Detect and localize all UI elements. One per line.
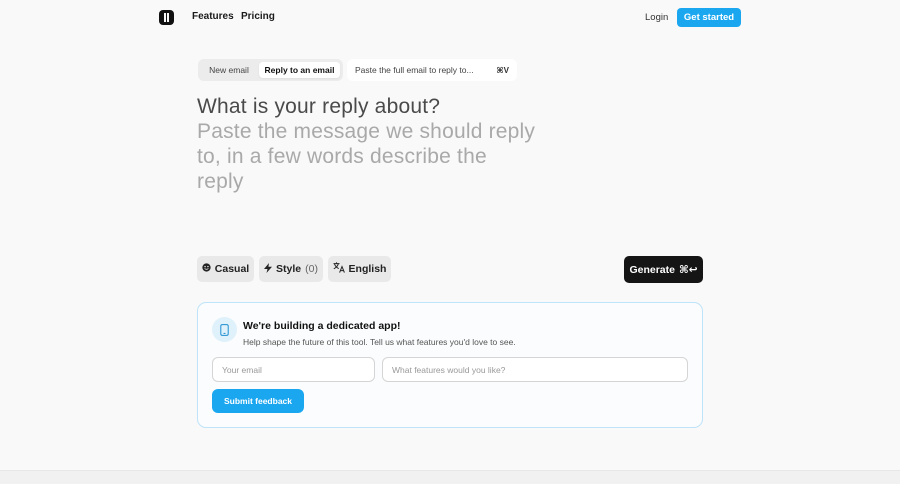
smiley-icon: [202, 263, 211, 275]
generate-shortcut: ⌘↩: [678, 263, 698, 276]
prompt-placeholder: Paste the message we should reply to, in…: [197, 120, 536, 193]
get-started-button[interactable]: Get started: [677, 8, 741, 27]
style-button[interactable]: Style (0): [259, 256, 323, 282]
features-field[interactable]: [382, 357, 688, 382]
tone-label: Casual: [214, 263, 250, 275]
feedback-card: We're building a dedicated app! Help sha…: [197, 302, 703, 428]
login-link[interactable]: Login: [645, 12, 668, 23]
style-count: (0): [305, 263, 318, 275]
generate-label: Generate: [629, 263, 675, 276]
tone-button[interactable]: Casual: [197, 256, 254, 282]
generate-button[interactable]: Generate ⌘↩: [624, 256, 703, 283]
nav-features[interactable]: Features: [192, 11, 234, 22]
footer: [0, 470, 900, 484]
language-label: English: [348, 263, 387, 275]
reply-email-tab[interactable]: Reply to an email: [259, 62, 340, 78]
feedback-title: We're building a dedicated app!: [243, 320, 401, 332]
language-button[interactable]: English: [328, 256, 391, 282]
style-label: Style: [276, 263, 302, 275]
mode-toggle: New email Reply to an email: [198, 59, 343, 81]
paste-email-label: Paste the full email to reply to...: [355, 65, 474, 75]
bolt-icon: [264, 262, 273, 276]
translate-icon: [333, 262, 345, 276]
prompt-question: What is your reply about?: [197, 95, 441, 118]
new-email-tab[interactable]: New email: [201, 62, 257, 78]
feedback-subtitle: Help shape the future of this tool. Tell…: [243, 337, 516, 347]
paste-email-button[interactable]: Paste the full email to reply to... ⌘V: [347, 59, 517, 81]
paste-shortcut: ⌘V: [496, 65, 509, 75]
phone-icon: [212, 317, 237, 342]
reply-prompt-input[interactable]: What is your reply about? Paste the mess…: [197, 94, 537, 194]
submit-feedback-button[interactable]: Submit feedback: [212, 389, 304, 413]
email-field[interactable]: [212, 357, 375, 382]
logo[interactable]: [159, 10, 174, 25]
nav-pricing[interactable]: Pricing: [241, 11, 275, 22]
